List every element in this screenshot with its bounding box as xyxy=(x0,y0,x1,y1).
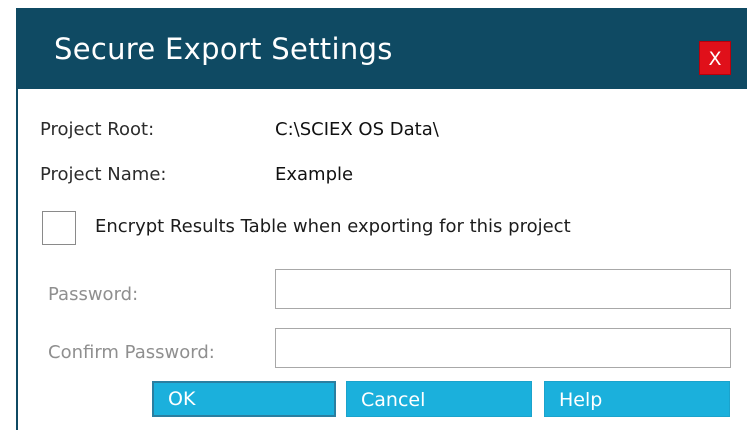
project-root-value: C:\SCIEX OS Data\ xyxy=(275,119,439,140)
encrypt-checkbox-label[interactable]: Encrypt Results Table when exporting for… xyxy=(95,216,571,237)
secure-export-settings-dialog: Secure Export Settings X Project Root: C… xyxy=(16,8,747,430)
close-button[interactable]: X xyxy=(699,41,731,75)
cancel-button[interactable]: Cancel xyxy=(346,381,532,417)
project-name-value: Example xyxy=(275,164,354,185)
encrypt-checkbox[interactable] xyxy=(42,211,76,245)
confirm-password-field[interactable] xyxy=(275,328,731,368)
ok-button[interactable]: OK xyxy=(152,381,336,417)
confirm-password-label: Confirm Password: xyxy=(48,342,215,363)
project-root-label: Project Root: xyxy=(40,119,155,140)
dialog-title: Secure Export Settings xyxy=(54,32,393,66)
title-bar: Secure Export Settings X xyxy=(18,9,747,89)
password-field[interactable] xyxy=(275,269,731,309)
password-label: Password: xyxy=(48,284,139,305)
help-button[interactable]: Help xyxy=(544,381,730,417)
project-name-label: Project Name: xyxy=(40,164,167,185)
